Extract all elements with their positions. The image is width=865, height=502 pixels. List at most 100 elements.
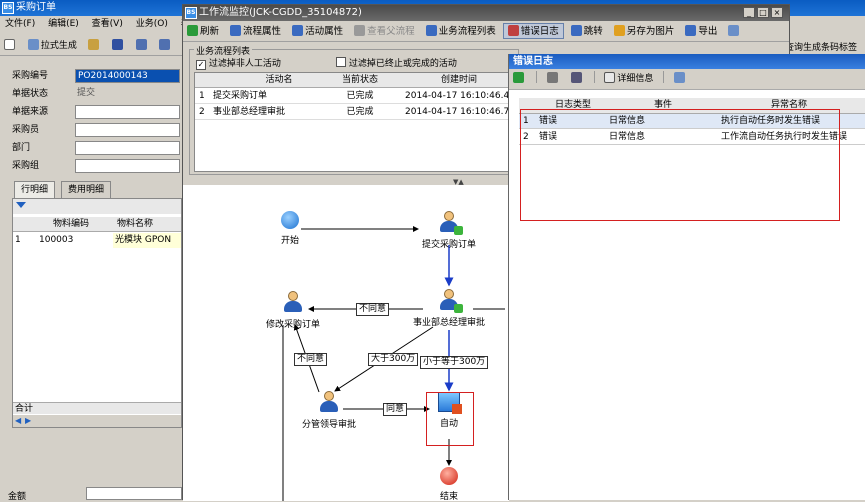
field-label-order-no: 采购编号 xyxy=(12,71,49,81)
scroll-left-icon[interactable]: ◀ xyxy=(15,416,21,425)
horizontal-scrollbar[interactable]: ◀ ▶ xyxy=(13,415,181,427)
jump-button[interactable]: 跳转 xyxy=(567,24,607,40)
header-material-name: 物料名称 xyxy=(117,219,154,229)
process-list-table: 活动名 当前状态 创建时间 1 提交采购订单 已完成 2014-04-17 16… xyxy=(194,72,514,172)
error-highlight-box xyxy=(520,109,840,221)
table-row[interactable]: 1 提交采购订单 已完成 2014-04-17 16:10:46.419 xyxy=(195,89,513,104)
view-parent-process-button[interactable]: 查看父流程 xyxy=(350,24,419,40)
minimize-button[interactable]: _ xyxy=(743,7,755,18)
menu-edit[interactable]: 编辑(E) xyxy=(43,19,84,29)
activity-properties-label: 活动属性 xyxy=(305,26,344,37)
paste-icon xyxy=(159,39,171,50)
new-button[interactable] xyxy=(0,38,21,54)
node-start[interactable]: 开始 xyxy=(245,211,335,246)
source-input[interactable] xyxy=(75,105,180,119)
edge-label-under-300: 小于等于300万 xyxy=(420,356,489,369)
save-icon xyxy=(111,39,123,50)
print-icon xyxy=(546,72,558,83)
copy-icon xyxy=(135,39,147,50)
group-input[interactable] xyxy=(75,159,180,173)
monitor-window-title: 工作流监控(JCK-CGDD_35104872) xyxy=(199,7,362,18)
checkbox-checked-icon[interactable]: ✓ xyxy=(196,60,206,70)
edge-label-agree: 同意 xyxy=(383,403,408,416)
user-check-icon xyxy=(439,211,463,235)
scroll-right-icon[interactable]: ▶ xyxy=(25,416,31,425)
error-pin-button[interactable] xyxy=(670,71,691,87)
pin-icon xyxy=(674,72,686,83)
monitor-title-bar: BS 工作流监控(JCK-CGDD_35104872) _ □ × xyxy=(183,5,789,21)
pull-generate-button[interactable]: 拉式生成 xyxy=(24,38,81,54)
flow-diagram-canvas: 开始 提交采购订单 事业部总经理审批 修改采购订单 分管领导审批 自动 结束 不… xyxy=(183,185,509,502)
node-submit-order[interactable]: 提交采购订单 xyxy=(404,211,494,250)
process-list-group: 业务流程列表 ✓ 过滤掉非人工活动 过滤掉已终止或完成的活动 活动名 当前状态 … xyxy=(189,44,519,175)
filter-terminated-checkbox[interactable]: 过滤掉已终止或完成的活动 xyxy=(336,56,457,69)
error-log-button[interactable]: 错误日志 xyxy=(502,23,564,39)
field-label-source: 单据来源 xyxy=(12,107,49,117)
toolbar-separator xyxy=(535,71,537,83)
tab-expense-detail[interactable]: 费用明细 xyxy=(61,181,112,198)
error-detail-label: 详细信息 xyxy=(617,74,654,84)
refresh-icon xyxy=(187,25,198,36)
edge-label-disagree-gm: 不同意 xyxy=(356,303,390,316)
save-as-image-button[interactable]: 另存为图片 xyxy=(610,24,679,40)
paste-button[interactable] xyxy=(155,38,176,54)
export-button[interactable]: 导出 xyxy=(681,24,721,40)
business-process-list-button[interactable]: 业务流程列表 xyxy=(422,24,500,40)
toolbar-separator xyxy=(663,71,665,83)
menu-business[interactable]: 业务(O) xyxy=(131,19,173,29)
error-log-toolbar: 详细信息 xyxy=(509,69,865,90)
node-gm-approve-label: 事业部总经理审批 xyxy=(412,318,485,328)
amount-input[interactable] xyxy=(86,487,182,500)
activity-properties-button[interactable]: 活动属性 xyxy=(288,24,347,40)
start-icon xyxy=(281,211,299,229)
right-toolbar-label[interactable]: 查询生成条码标签 xyxy=(785,40,857,53)
error-refresh-button[interactable] xyxy=(509,71,530,87)
monitor-app-icon: BS xyxy=(185,7,197,19)
table-row[interactable]: 1 100003 光模块 GPON xyxy=(13,233,181,248)
process-properties-button[interactable]: 流程属性 xyxy=(226,24,285,40)
jump-icon xyxy=(570,25,582,36)
header-created: 创建时间 xyxy=(440,75,477,85)
extra-toolbar-button[interactable] xyxy=(724,24,745,40)
dropdown-arrow-icon[interactable] xyxy=(16,202,26,208)
filter-skip-label: 过滤掉非人工活动 xyxy=(208,59,281,69)
save-as-image-label: 另存为图片 xyxy=(626,26,675,37)
row-activity: 提交采购订单 xyxy=(213,91,268,101)
export-label: 导出 xyxy=(698,26,718,37)
header-status: 当前状态 xyxy=(341,75,378,85)
node-modify-label: 修改采购订单 xyxy=(265,320,320,330)
app-icon: BS xyxy=(2,2,14,14)
error-log-panel: 错误日志 详细信息 日志类型 事件 异常名称 1 错误 日常信息 执行自动任务时… xyxy=(508,54,865,500)
buyer-input[interactable] xyxy=(75,123,180,137)
close-button[interactable]: × xyxy=(771,7,783,18)
error-log-title: 错误日志 xyxy=(509,54,865,69)
menu-view[interactable]: 查看(V) xyxy=(87,19,128,29)
save-button[interactable] xyxy=(108,38,129,54)
node-modify-order[interactable]: 修改采购订单 xyxy=(248,291,338,330)
node-gm-approve[interactable]: 事业部总经理审批 xyxy=(404,289,494,328)
refresh-button[interactable]: 刷新 xyxy=(183,24,223,40)
error-print-preview-button[interactable] xyxy=(567,71,588,87)
edge-label-over-300: 大于300万 xyxy=(368,353,419,366)
node-start-label: 开始 xyxy=(280,236,299,246)
checkbox-unchecked-icon[interactable] xyxy=(336,57,346,67)
table-row[interactable]: 2 事业部总经理审批 已完成 2014-04-17 16:10:46.777 xyxy=(195,105,513,120)
amount-label: 金额 xyxy=(8,492,27,502)
main-toolbar: 拉式生成 xyxy=(0,38,195,56)
filter-skip-checkbox[interactable]: ✓ 过滤掉非人工活动 xyxy=(196,56,281,70)
dept-input[interactable] xyxy=(75,141,180,155)
row-number: 1 xyxy=(15,235,21,245)
maximize-button[interactable]: □ xyxy=(757,7,769,18)
order-no-input[interactable]: PO2014000143 xyxy=(75,69,180,83)
node-mgr-approve[interactable]: 分管领导审批 xyxy=(284,391,374,430)
copy-button[interactable] xyxy=(132,38,153,54)
row-status: 已完成 xyxy=(346,91,374,101)
activity-properties-icon xyxy=(292,25,304,36)
error-detail-button[interactable]: 详细信息 xyxy=(600,71,657,87)
menu-file[interactable]: 文件(F) xyxy=(0,19,40,29)
error-print-button[interactable] xyxy=(543,71,564,87)
brush-button[interactable] xyxy=(84,38,105,54)
node-end[interactable]: 结束 xyxy=(404,467,494,502)
tab-line-detail[interactable]: 行明细 xyxy=(14,181,56,198)
field-label-buyer: 采购员 xyxy=(12,125,40,135)
